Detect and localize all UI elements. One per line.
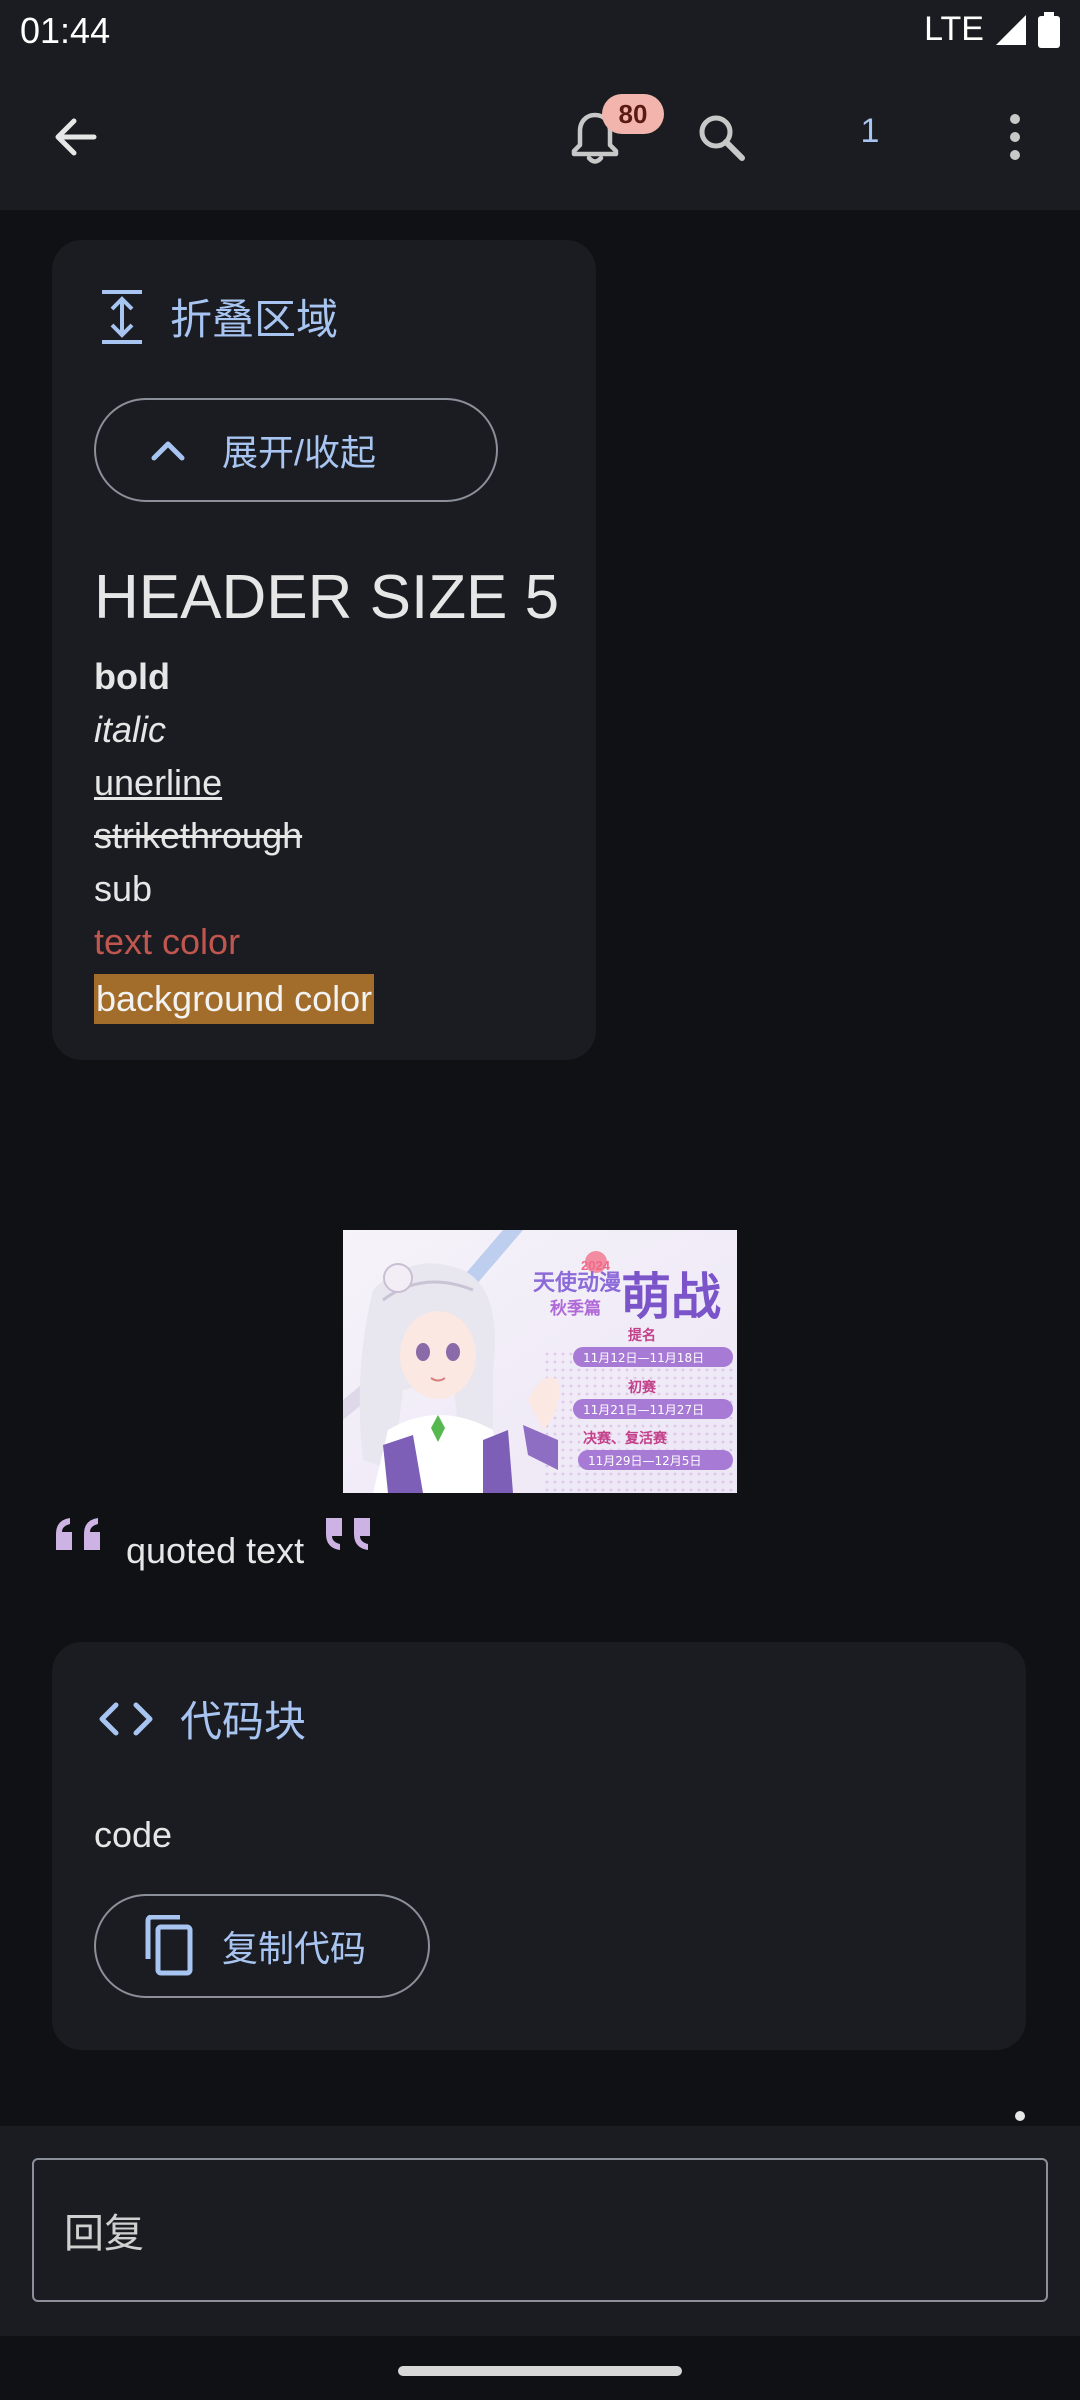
screen: 01:44 LTE 80 1 折叠区域 展开/收起 HEADER SIZE 5 … [0,0,1080,2400]
colored-text: text color [94,921,241,962]
reply-input[interactable]: 回复 [32,2158,1048,2302]
notification-badge: 80 [602,94,664,134]
poster-label3: 决赛、复活赛 [583,1430,668,1447]
expand-collapse-icon [102,289,142,344]
code-icon [99,1702,153,1735]
search-icon [699,115,745,161]
code-block: 代码块 code 复制代码 [52,1642,1026,2050]
collapse-title: 折叠区域 [170,296,339,343]
battery-icon [1038,11,1060,48]
copy-code-button[interactable]: 复制代码 [94,1894,430,1998]
status-indicators: LTE [924,10,1060,49]
poster-line1: 天使动漫 [533,1271,621,1296]
post-image[interactable]: 2024 天使动漫 秋季篇 萌战 提名 11月12日—11月18日 初赛 11月… [343,1230,737,1493]
poster-date3: 11月29日—12月5日 [588,1454,701,1468]
event-poster-image: 2024 天使动漫 秋季篇 萌战 提名 11月12日—11月18日 初赛 11月… [343,1230,737,1493]
app-bar: 80 1 [0,62,1080,210]
reply-placeholder: 回复 [64,2212,144,2256]
code-block-title: 代码块 [180,1698,307,1745]
poster-date1: 11月12日—11月18日 [583,1351,704,1365]
search-button[interactable] [686,102,756,172]
poster-label2: 初赛 [628,1379,657,1396]
sub-text: sub [94,868,153,909]
home-indicator[interactable] [398,2366,682,2376]
quote-open-icon [56,1518,100,1550]
network-type: LTE [924,10,984,48]
more-options-button[interactable] [980,102,1050,172]
header-size-5: HEADER SIZE 5 [94,563,560,632]
expand-collapse-label: 展开/收起 [222,432,377,473]
post-more-icon[interactable] [1010,2106,1030,2126]
collapse-section: 折叠区域 展开/收起 HEADER SIZE 5 bold italic une… [52,240,596,1060]
status-time: 01:44 [20,10,111,51]
copy-icon [145,1915,193,1976]
bold-text: bold [94,656,170,697]
italic-text: italic [94,709,167,750]
code-content: code [94,1814,173,1855]
expand-collapse-button[interactable]: 展开/收起 [94,398,498,502]
signal-icon [996,14,1026,45]
status-bar: 01:44 LTE [0,0,1080,62]
quote-close-icon [326,1518,371,1550]
copy-code-label: 复制代码 [222,1928,367,1969]
strikethrough-text: strikethrough [94,815,303,856]
back-button[interactable] [40,102,110,172]
chevron-up-icon [151,441,185,461]
page-number-button[interactable]: 1 [840,112,900,162]
poster-label1: 提名 [628,1327,656,1344]
quote-text: quoted text [126,1530,305,1571]
highlighted-text: background color [94,974,375,1024]
poster-title: 萌战 [621,1268,721,1326]
poster-date2: 11月21日—11月27日 [583,1403,704,1417]
collapse-header: 折叠区域 [100,286,338,347]
system-nav-bar [0,2336,1080,2400]
blockquote: quoted text [52,1516,378,1572]
more-vert-icon [1010,114,1020,160]
underline-text: unerline [94,762,223,803]
code-block-header: 代码块 [98,1688,306,1749]
poster-line2: 秋季篇 [550,1298,601,1319]
reply-bar: 回复 [0,2126,1080,2336]
arrow-back-icon [55,118,97,156]
